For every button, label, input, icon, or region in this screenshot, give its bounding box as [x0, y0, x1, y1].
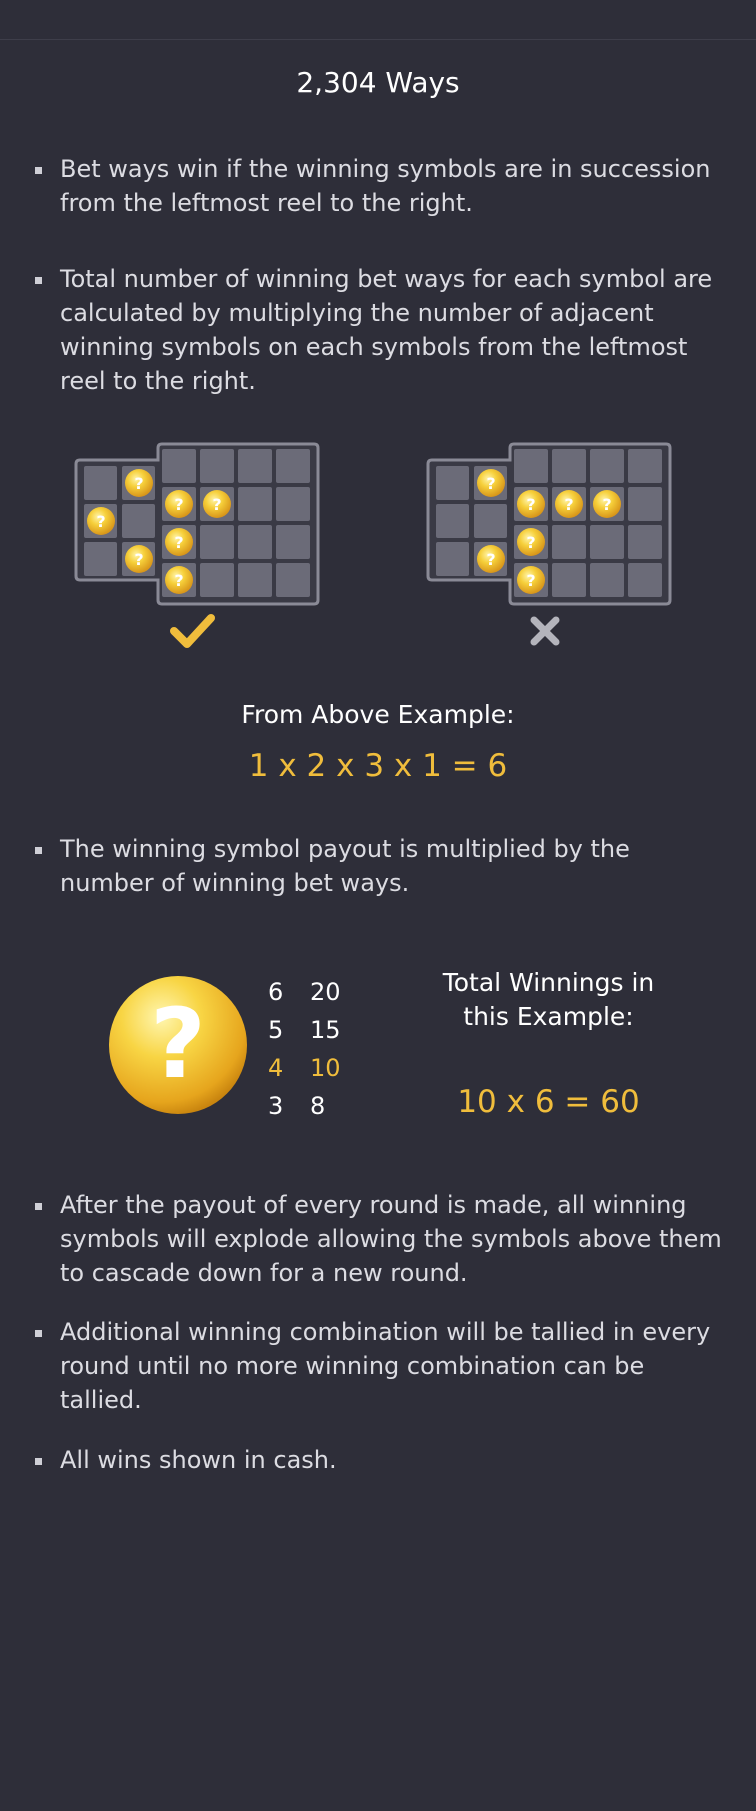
rule-item: Additional winning combination will be t…	[35, 1315, 730, 1417]
cross-icon	[530, 616, 560, 646]
paytable-count: 5	[268, 1016, 284, 1044]
paytable: 6 20 5 15 4 10 3 8	[268, 973, 341, 1125]
total-winnings-label: Total Winnings in this Example:	[442, 968, 655, 1031]
page-title: 2,304 Ways	[296, 66, 460, 99]
rule-item: Bet ways win if the winning symbols are …	[35, 152, 730, 220]
paytable-row: 6 20	[268, 973, 341, 1011]
paytable-payout: 20	[310, 978, 341, 1006]
rule-item: All wins shown in cash.	[35, 1443, 730, 1477]
svg-text:?: ?	[526, 533, 535, 552]
svg-text:?: ?	[150, 988, 206, 1100]
paytable-payout: 15	[310, 1016, 341, 1044]
top-divider	[0, 39, 756, 40]
svg-text:?: ?	[526, 571, 535, 590]
svg-text:?: ?	[174, 571, 183, 590]
paytable-payout: 10	[310, 1054, 341, 1082]
total-winnings-formula: 10 x 6 = 60	[457, 1084, 640, 1120]
paytable-row: 3 8	[268, 1087, 341, 1125]
svg-text:?: ?	[134, 474, 143, 493]
svg-text:?: ?	[134, 550, 143, 569]
svg-text:?: ?	[564, 495, 573, 514]
svg-text:?: ?	[526, 495, 535, 514]
paytable-count: 4	[268, 1054, 284, 1082]
svg-text:?: ?	[602, 495, 611, 514]
rule-item: Total number of winning bet ways for eac…	[35, 262, 730, 398]
svg-text:?: ?	[212, 495, 221, 514]
svg-text:?: ?	[174, 533, 183, 552]
example-formula: 1 x 2 x 3 x 1 = 6	[248, 748, 508, 784]
paytable-row: 5 15	[268, 1011, 341, 1049]
paytable-count: 6	[268, 978, 284, 1006]
svg-text:?: ?	[486, 474, 495, 493]
paytable-row-highlighted: 4 10	[268, 1049, 341, 1087]
question-coin-icon: ?	[109, 976, 247, 1114]
paytable-count: 3	[268, 1092, 284, 1120]
paytable-payout: 8	[310, 1092, 326, 1120]
check-icon	[170, 614, 215, 648]
svg-text:?: ?	[486, 550, 495, 569]
example-heading: From Above Example:	[241, 700, 515, 729]
svg-text:?: ?	[96, 512, 105, 531]
svg-text:?: ?	[174, 495, 183, 514]
rule-item: The winning symbol payout is multiplied …	[35, 832, 730, 900]
invalid-example-grid: ? ? ? ? ? ? ?	[426, 442, 672, 646]
rule-item: After the payout of every round is made,…	[35, 1188, 730, 1290]
valid-example-grid: ? ? ? ? ? ? ?	[74, 442, 320, 648]
